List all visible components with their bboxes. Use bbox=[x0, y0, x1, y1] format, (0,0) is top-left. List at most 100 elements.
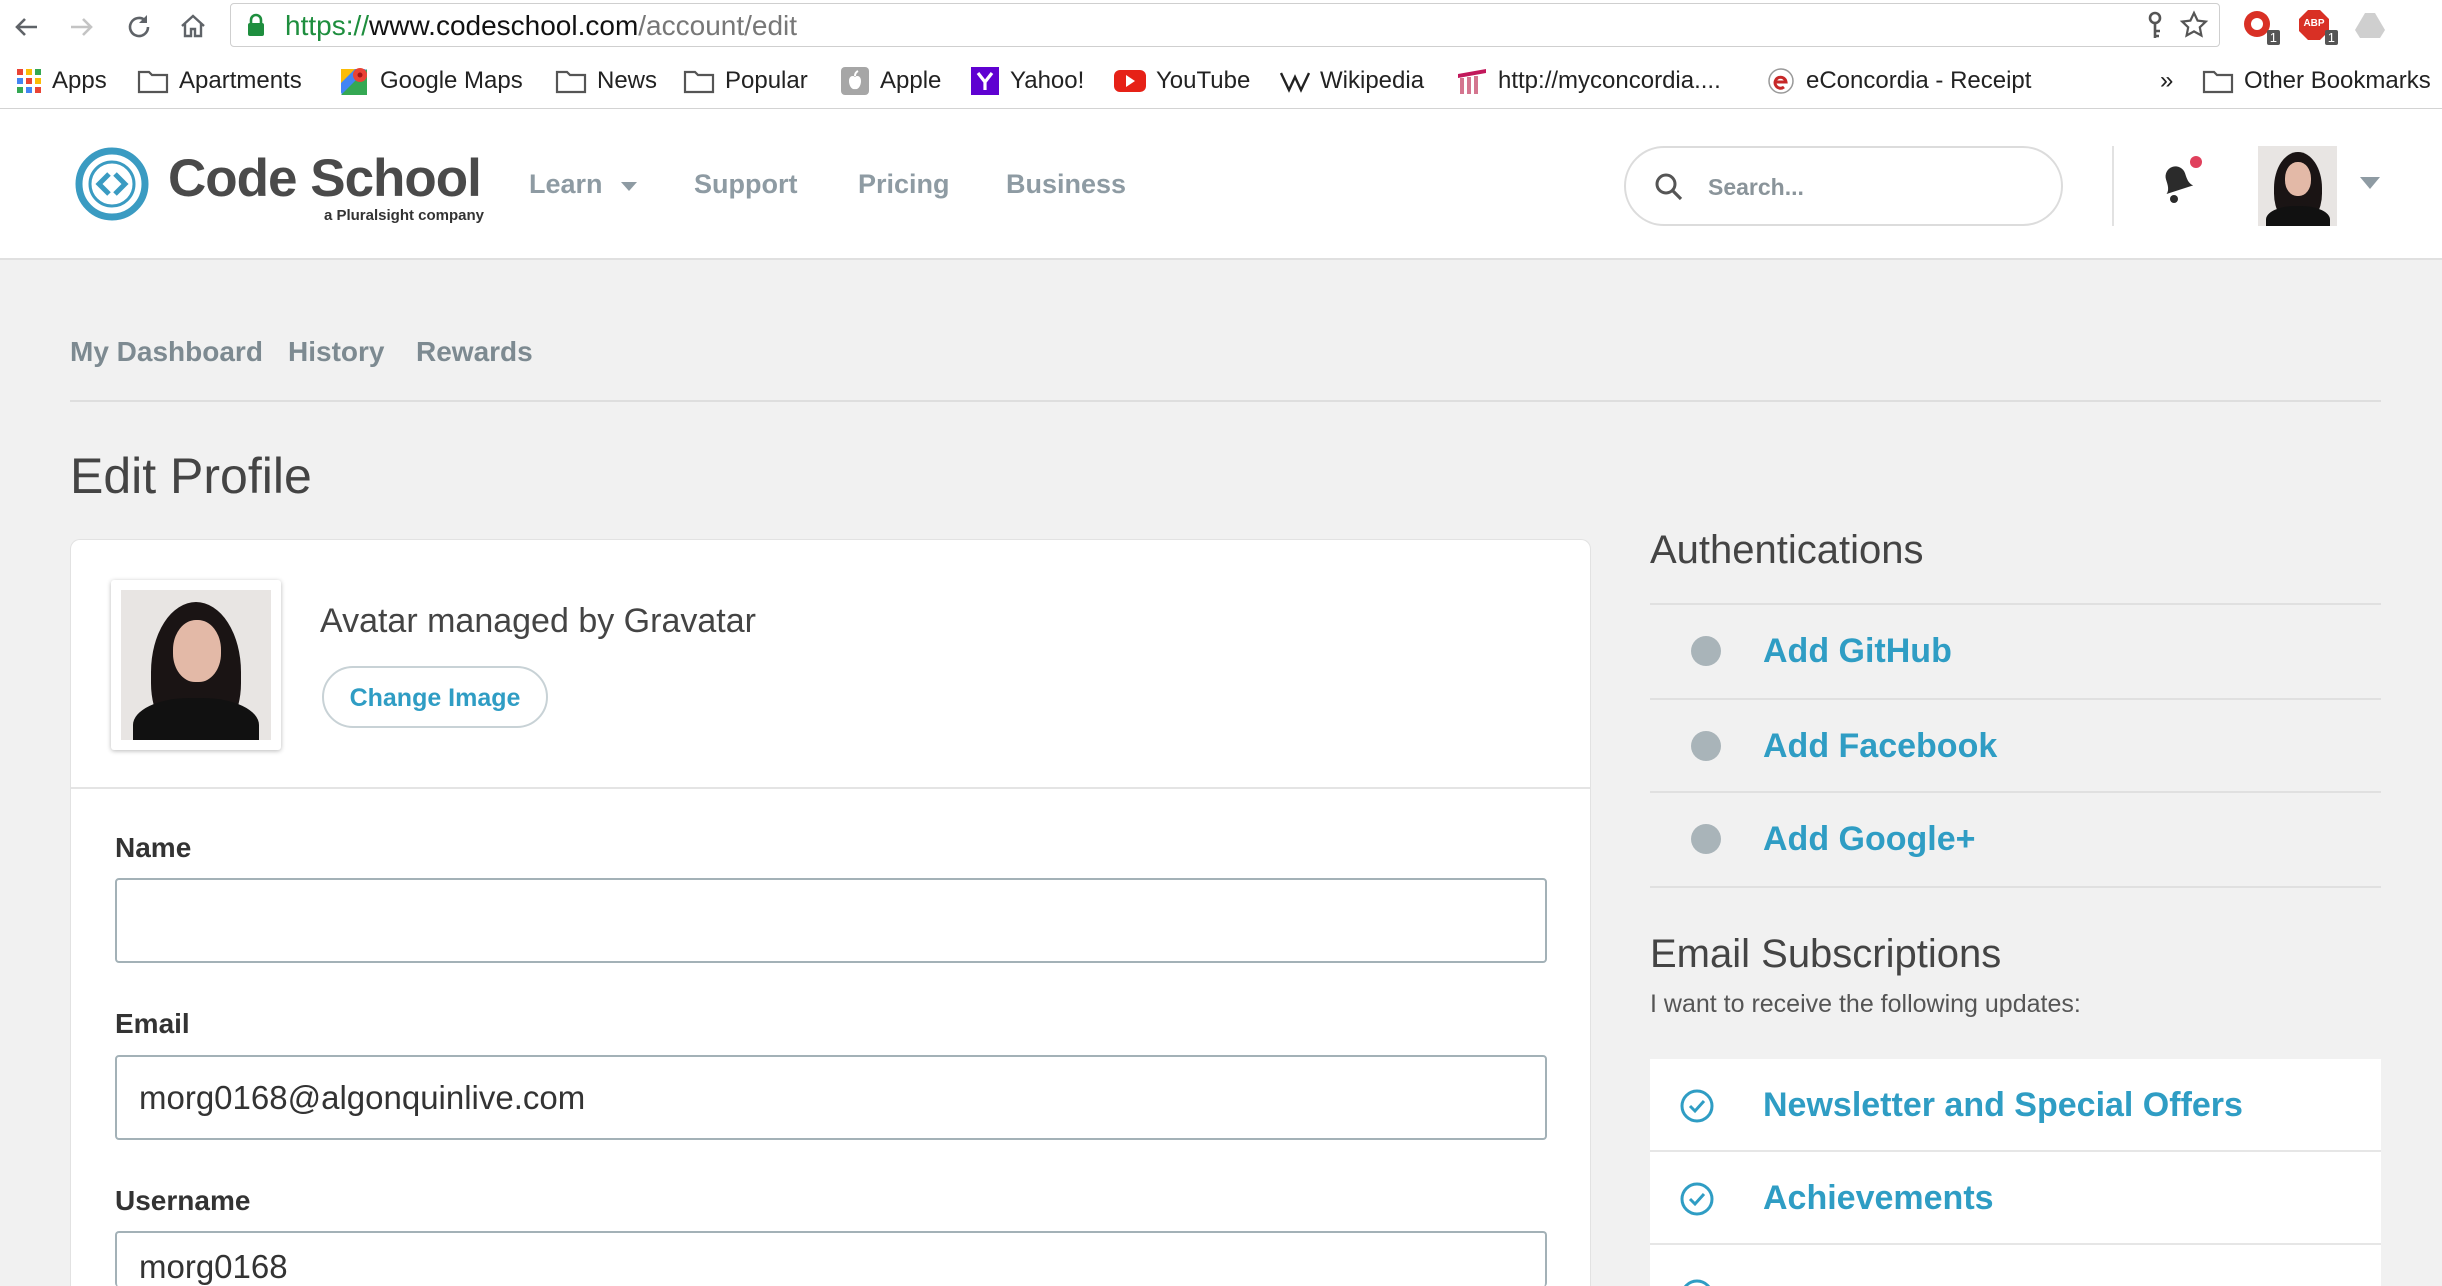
subscriptions-list: Newsletter and Special Offers Achievemen… bbox=[1650, 1059, 2381, 1286]
bookmark-yahoo[interactable]: Yahoo! bbox=[970, 53, 1085, 108]
authentications-title: Authentications bbox=[1650, 528, 1924, 572]
bookmark-label: Popular bbox=[725, 67, 808, 94]
chevron-down-icon bbox=[621, 181, 638, 191]
logo-title[interactable]: Code School bbox=[168, 148, 482, 210]
bookmark-label: Apple bbox=[880, 67, 942, 94]
adblock-plus-label: ABP bbox=[2303, 18, 2325, 29]
bookmark-label: YouTube bbox=[1156, 67, 1251, 94]
check-circle-icon bbox=[1680, 1089, 1714, 1123]
extension-badge: 1 bbox=[2266, 30, 2280, 45]
bookmark-label: Other Bookmarks bbox=[2244, 67, 2431, 94]
key-icon[interactable] bbox=[2144, 11, 2166, 41]
reload-icon[interactable] bbox=[124, 12, 154, 42]
bookmark-econcordia[interactable]: eConcordia - Receipt bbox=[1766, 53, 2032, 108]
secure-lock-icon[interactable] bbox=[246, 13, 266, 37]
google-maps-icon bbox=[341, 68, 367, 95]
bookmark-youtube[interactable]: YouTube bbox=[1114, 53, 1251, 108]
profile-avatar bbox=[121, 590, 271, 740]
change-image-button[interactable]: Change Image bbox=[322, 666, 548, 728]
nav-learn-label: Learn bbox=[529, 169, 603, 199]
folder-icon bbox=[555, 70, 587, 94]
nav-pricing[interactable]: Pricing bbox=[858, 160, 950, 208]
username-label: Username bbox=[115, 1185, 251, 1216]
status-dot-icon bbox=[1691, 636, 1721, 666]
nav-learn[interactable]: Learn bbox=[529, 160, 638, 208]
bookmarks-overflow-chevron[interactable]: » bbox=[2160, 53, 2173, 108]
url-host: www.codeschool.com bbox=[369, 10, 639, 41]
subnav-my-dashboard[interactable]: My Dashboard bbox=[70, 328, 263, 376]
forward-arrow-icon[interactable] bbox=[66, 12, 96, 42]
folder-icon bbox=[137, 70, 169, 94]
header-divider bbox=[2112, 146, 2114, 226]
auth-facebook-label[interactable]: Add Facebook bbox=[1763, 700, 1997, 793]
bookmark-apple[interactable]: Apple bbox=[840, 53, 942, 108]
wikipedia-icon bbox=[1280, 72, 1310, 93]
red-extension-icon[interactable]: 1 bbox=[2242, 9, 2280, 45]
search-box bbox=[1624, 146, 2063, 226]
bookmark-apartments[interactable]: Apartments bbox=[137, 53, 302, 108]
bookmark-popular[interactable]: Popular bbox=[683, 53, 808, 108]
nav-support[interactable]: Support bbox=[694, 160, 797, 208]
email-label: Email bbox=[115, 1008, 190, 1039]
subscription-achievements[interactable]: Achievements bbox=[1650, 1152, 2381, 1245]
bookmark-google-maps[interactable]: Google Maps bbox=[340, 53, 523, 108]
bookmark-label: Wikipedia bbox=[1320, 67, 1425, 94]
folder-icon bbox=[683, 70, 715, 94]
extension-badge: 1 bbox=[2324, 30, 2338, 45]
subnav-history[interactable]: History bbox=[288, 328, 384, 376]
bookmark-label: Apartments bbox=[179, 67, 302, 94]
home-icon[interactable] bbox=[178, 11, 208, 41]
avatar-managed-text: Avatar managed by Gravatar bbox=[320, 602, 756, 640]
youtube-icon bbox=[1114, 70, 1146, 92]
bookmark-wikipedia[interactable]: Wikipedia bbox=[1280, 53, 1425, 108]
apple-icon bbox=[841, 67, 869, 95]
email-field[interactable] bbox=[115, 1055, 1547, 1140]
browser-toolbar: https://www.codeschool.com/account/edit … bbox=[0, 0, 2442, 53]
bookmarks-bar: Apps Apartments Google Maps News Popular… bbox=[0, 53, 2442, 109]
user-avatar[interactable] bbox=[2258, 146, 2337, 226]
bookmark-label: http://myconcordia.... bbox=[1498, 67, 1721, 94]
bookmark-news[interactable]: News bbox=[555, 53, 658, 108]
notifications-button[interactable] bbox=[2156, 156, 2202, 208]
status-dot-icon bbox=[1691, 731, 1721, 761]
back-arrow-icon[interactable] bbox=[12, 12, 42, 42]
auth-github-label[interactable]: Add GitHub bbox=[1763, 605, 1952, 698]
bookmark-label: eConcordia - Receipt bbox=[1806, 67, 2032, 94]
search-icon[interactable] bbox=[1654, 172, 1684, 202]
bookmark-star-icon[interactable] bbox=[2179, 10, 2209, 40]
name-label: Name bbox=[115, 832, 192, 863]
nav-business[interactable]: Business bbox=[1006, 160, 1126, 208]
bookmark-apps[interactable]: Apps bbox=[16, 53, 107, 108]
url-path: /account/edit bbox=[638, 10, 798, 41]
bookmark-label: News bbox=[597, 67, 658, 94]
name-field[interactable] bbox=[115, 878, 1547, 963]
econcordia-icon bbox=[1768, 68, 1794, 94]
url-scheme: https:// bbox=[285, 10, 370, 41]
account-menu-caret-icon[interactable] bbox=[2359, 176, 2381, 190]
google-drive-icon[interactable] bbox=[2354, 11, 2386, 39]
profile-avatar-frame bbox=[111, 580, 281, 750]
url-text[interactable]: https://www.codeschool.com/account/edit bbox=[285, 4, 797, 48]
code-school-logo-icon[interactable] bbox=[74, 146, 150, 222]
auth-github[interactable]: Add GitHub bbox=[1650, 605, 2381, 698]
subscription-label: Newsletter and Special Offers bbox=[1763, 1086, 2243, 1124]
subscription-newsletter[interactable]: Newsletter and Special Offers bbox=[1650, 1059, 2381, 1152]
logo-subtitle: a Pluralsight company bbox=[323, 207, 484, 224]
profile-card: Avatar managed by Gravatar Change Image … bbox=[70, 539, 1591, 1286]
email-subscriptions-title: Email Subscriptions bbox=[1650, 932, 2002, 976]
subnav-divider bbox=[70, 400, 2381, 402]
bookmark-label: Apps bbox=[52, 67, 107, 94]
bookmark-other-bookmarks[interactable]: Other Bookmarks bbox=[2202, 53, 2431, 108]
search-input[interactable] bbox=[1706, 148, 2040, 226]
check-circle-icon bbox=[1683, 1279, 1711, 1286]
status-dot-icon bbox=[1691, 824, 1721, 854]
adblock-plus-icon[interactable]: ABP 1 bbox=[2298, 9, 2338, 45]
auth-row-divider bbox=[1650, 886, 2381, 888]
username-field[interactable] bbox=[115, 1231, 1547, 1286]
bookmark-myconcordia[interactable]: http://myconcordia.... bbox=[1456, 53, 1721, 108]
auth-google-plus-label[interactable]: Add Google+ bbox=[1763, 793, 1976, 886]
subnav-rewards[interactable]: Rewards bbox=[416, 328, 533, 376]
auth-facebook[interactable]: Add Facebook bbox=[1650, 700, 2381, 793]
auth-google-plus[interactable]: Add Google+ bbox=[1650, 793, 2381, 886]
bookmark-label: Yahoo! bbox=[1010, 67, 1085, 94]
